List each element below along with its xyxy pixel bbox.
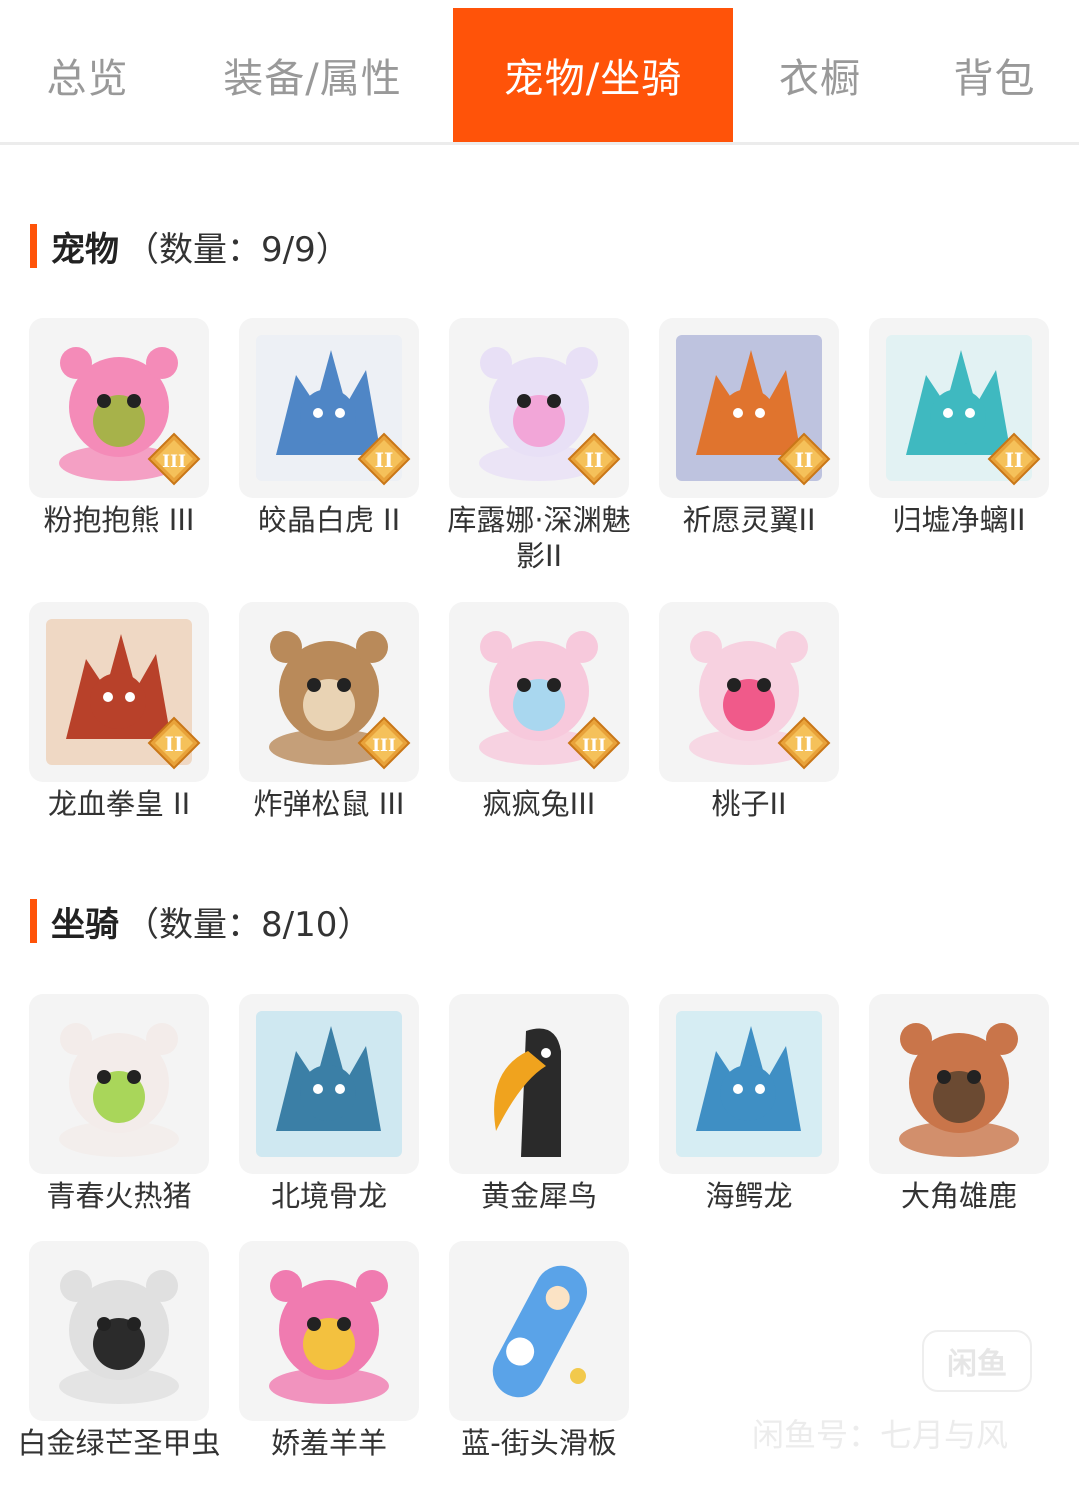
pets-title: 宠物 [51, 229, 119, 270]
pet-card[interactable]: II 库露娜·深渊魅影II [447, 318, 631, 574]
pet-label: 归墟净螭II [892, 503, 1026, 537]
pet-label: 库露娜·深渊魅影II [447, 503, 631, 573]
rank-badge-icon: II [777, 716, 831, 770]
svg-text:III: III [582, 736, 606, 756]
svg-text:II: II [165, 732, 184, 756]
mounts-section-header: 坐骑 （数量：8/10） [30, 899, 372, 945]
skateboard-icon [449, 1241, 629, 1421]
tab-wardrobe[interactable]: 衣橱 [740, 8, 900, 142]
mount-card[interactable]: 黄金犀鸟 [449, 994, 629, 1214]
pet-label: 皎晶白虎 II [257, 503, 401, 537]
abyss-fairy-icon: II [449, 318, 629, 498]
beetle-icon [29, 1241, 209, 1421]
rank-badge-icon: III [147, 432, 201, 486]
mount-card[interactable]: 娇羞羊羊 [239, 1241, 419, 1461]
svg-text:II: II [585, 448, 604, 472]
mount-label: 黄金犀鸟 [480, 1179, 597, 1213]
mount-label: 娇羞羊羊 [270, 1426, 387, 1460]
sea-dragon-icon [659, 994, 839, 1174]
squirrel-icon: III [239, 602, 419, 782]
pig-icon [29, 994, 209, 1174]
bone-dragon-icon [239, 994, 419, 1174]
cyan-dragon-icon: II [869, 318, 1049, 498]
pet-label: 龙血拳皇 II [47, 787, 191, 821]
pet-label: 炸弹松鼠 III [253, 787, 405, 821]
xianyu-logo: 闲鱼 [922, 1330, 1032, 1392]
mount-label: 白金绿芒圣甲虫 [17, 1426, 221, 1460]
tab-bar: 总览 装备/属性 宠物/坐骑 衣橱 背包 [0, 0, 1079, 145]
mount-label: 蓝-街头滑板 [461, 1426, 617, 1460]
pet-card[interactable]: II 归墟净螭II [869, 318, 1049, 538]
svg-text:III: III [372, 736, 396, 756]
tab-equipment[interactable]: 装备/属性 [185, 8, 440, 142]
mount-label: 海鳄龙 [705, 1179, 793, 1213]
mounts-title: 坐骑 [51, 904, 119, 945]
mount-label: 北境骨龙 [270, 1179, 387, 1213]
rank-badge-icon: II [987, 432, 1041, 486]
mount-card[interactable]: 北境骨龙 [239, 994, 419, 1214]
deer-icon [869, 994, 1049, 1174]
pet-card[interactable]: II 祈愿灵翼II [659, 318, 839, 538]
white-tiger-icon: II [239, 318, 419, 498]
tab-overview[interactable]: 总览 [0, 8, 175, 142]
pets-section-header: 宠物 （数量：9/9） [30, 224, 350, 270]
pet-card[interactable]: II 龙血拳皇 II [29, 602, 209, 822]
pets-count: （数量：9/9） [125, 229, 350, 270]
mount-label: 大角雄鹿 [900, 1179, 1017, 1213]
watermark-text: 闲鱼号：七月与风 [752, 1416, 1009, 1454]
pet-card[interactable]: III 疯疯兔III [449, 602, 629, 822]
mount-card[interactable]: 白金绿芒圣甲虫 [17, 1241, 221, 1461]
mount-card[interactable]: 海鳄龙 [659, 994, 839, 1214]
mount-card[interactable]: 蓝-街头滑板 [449, 1241, 629, 1461]
rank-badge-icon: II [357, 432, 411, 486]
spirit-bird-icon: II [659, 318, 839, 498]
pet-card[interactable]: II 桃子II [659, 602, 839, 822]
tab-backpack[interactable]: 背包 [910, 8, 1079, 142]
pink-cat-icon: II [659, 602, 839, 782]
pet-card[interactable]: III 炸弹松鼠 III [239, 602, 419, 822]
svg-text:III: III [162, 452, 186, 472]
pink-bear-icon: III [29, 318, 209, 498]
bunny-icon: III [449, 602, 629, 782]
rank-badge-icon: III [567, 716, 621, 770]
svg-text:II: II [1005, 448, 1024, 472]
red-ram-beast-icon: II [29, 602, 209, 782]
rank-badge-icon: II [777, 432, 831, 486]
pet-card[interactable]: II 皎晶白虎 II [239, 318, 419, 538]
rank-badge-icon: II [567, 432, 621, 486]
mount-label: 青春火热猪 [46, 1179, 192, 1213]
pet-card[interactable]: III 粉抱抱熊 III [29, 318, 209, 538]
rank-badge-icon: III [357, 716, 411, 770]
tab-pets-mounts[interactable]: 宠物/坐骑 [453, 8, 733, 142]
mounts-count: （数量：8/10） [125, 904, 372, 945]
section-accent-bar [30, 899, 37, 943]
pet-label: 疯疯兔III [482, 787, 596, 821]
svg-text:II: II [375, 448, 394, 472]
svg-text:II: II [795, 448, 814, 472]
section-accent-bar [30, 224, 37, 268]
pet-label: 桃子II [711, 787, 787, 821]
mount-card[interactable]: 青春火热猪 [29, 994, 209, 1214]
rank-badge-icon: II [147, 716, 201, 770]
hornbill-icon [449, 994, 629, 1174]
pink-sheep-icon [239, 1241, 419, 1421]
mount-card[interactable]: 大角雄鹿 [869, 994, 1049, 1214]
pet-label: 粉抱抱熊 III [43, 503, 195, 537]
pet-label: 祈愿灵翼II [682, 503, 816, 537]
svg-text:II: II [795, 732, 814, 756]
